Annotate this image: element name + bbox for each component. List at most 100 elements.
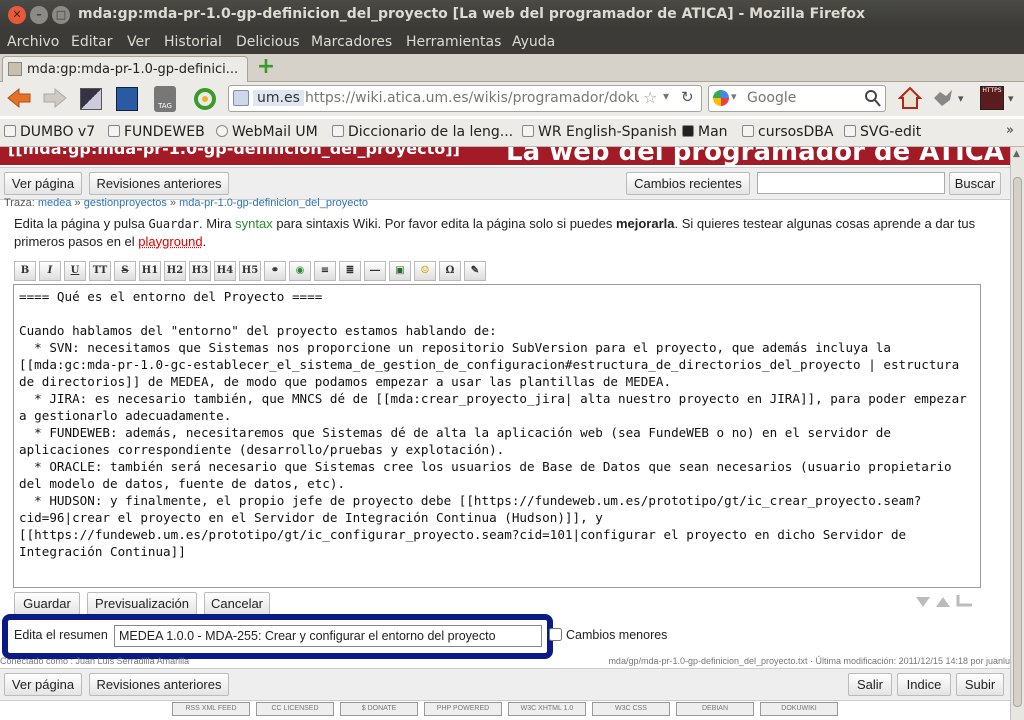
screenshot-tool-icon[interactable] (80, 88, 102, 110)
view-page-button[interactable]: Ver página (4, 172, 82, 195)
old-revisions-button[interactable]: Revisiones anteriores (89, 172, 229, 195)
scroll-up-icon[interactable]: ▲ (1013, 149, 1020, 159)
scrollbar-thumb[interactable] (1013, 177, 1022, 707)
bookmark-webmail[interactable]: WebMail UM (216, 124, 318, 140)
minor-changes-checkbox[interactable] (549, 628, 562, 641)
intro-text: . Mira (199, 216, 236, 231)
strikethrough-button[interactable]: S (114, 261, 136, 281)
page-scrollbar[interactable]: ▲ (1010, 147, 1024, 720)
external-link-icon[interactable]: ◉ (289, 261, 311, 281)
intro-text: Edita la página y pulsa (14, 216, 149, 231)
playground-link[interactable]: playground (138, 234, 202, 249)
old-revisions-bottom-button[interactable]: Revisiones anteriores (89, 673, 229, 696)
google-icon[interactable] (713, 90, 729, 106)
donate-badge[interactable]: $ DONATE (340, 702, 418, 716)
url-text[interactable]: https://wiki.atica.um.es/wikis/programad… (305, 90, 639, 106)
sync-icon[interactable] (192, 86, 218, 112)
bold-button[interactable]: B (14, 261, 36, 281)
rss-badge[interactable]: RSS XML FEED (172, 702, 250, 716)
bookmark-sidebar-icon[interactable] (116, 87, 138, 111)
back-arrow-icon[interactable] (6, 86, 32, 110)
bookmark-dumbo[interactable]: DUMBO v7 (4, 124, 95, 140)
search-icon[interactable] (865, 90, 881, 108)
site-identity-icon[interactable] (233, 90, 249, 106)
php-badge[interactable]: PHP POWERED (424, 702, 502, 716)
bookmarks-overflow-icon[interactable]: » (1006, 123, 1014, 138)
page-favicon-icon (8, 62, 22, 76)
delicious-tag-icon[interactable]: TAG (154, 86, 176, 112)
monospace-button[interactable]: TT (89, 261, 111, 281)
css-badge[interactable]: W3C CSS (592, 702, 670, 716)
heading1-button[interactable]: H1 (139, 261, 161, 281)
menu-herramientas[interactable]: Herramientas (406, 34, 501, 50)
breadcrumb-current-page[interactable]: mda-pr-1.0-gp-definicion_del_proyecto (179, 197, 368, 209)
extension-icon[interactable] (932, 88, 954, 108)
bookmark-star-icon[interactable]: ☆ (643, 88, 657, 107)
menu-archivo[interactable]: Archivo (7, 34, 59, 50)
recent-changes-button[interactable]: Cambios recientes (626, 172, 750, 195)
bookmark-wordreference[interactable]: WR English-Spanish (522, 124, 677, 140)
extension-dropdown-icon[interactable]: ▾ (958, 92, 964, 105)
close-window-button[interactable]: ✕ (8, 6, 26, 24)
breadcrumb-medea[interactable]: medea (38, 197, 72, 209)
menu-marcadores[interactable]: Marcadores (311, 34, 392, 50)
underline-button[interactable]: U (64, 261, 86, 281)
https-everywhere-icon[interactable]: HTTPS (980, 86, 1004, 110)
special-chars-icon[interactable]: Ω (439, 261, 461, 281)
debian-badge[interactable]: DEBIAN (676, 702, 754, 716)
logout-button[interactable]: Salir (848, 673, 892, 696)
syntax-link[interactable]: syntax (235, 216, 273, 231)
bookmark-fundeweb[interactable]: FUNDEWEB (108, 124, 205, 140)
home-icon[interactable] (898, 86, 922, 110)
unordered-list-icon[interactable]: ≣ (339, 261, 361, 281)
url-bar[interactable]: um.es https://wiki.atica.um.es/wikis/pro… (228, 85, 702, 112)
ordered-list-icon[interactable]: ≡ (314, 261, 336, 281)
wiki-search-input[interactable] (757, 172, 945, 194)
dropdown-arrow-icon[interactable]: ▾ (663, 89, 669, 103)
bookmark-man[interactable]: Man (682, 124, 728, 140)
overflow-menu-icon[interactable]: ▾ (1008, 92, 1014, 105)
image-icon[interactable]: ▣ (389, 261, 411, 281)
search-input[interactable] (745, 88, 861, 108)
link-icon[interactable]: ⚭ (264, 261, 286, 281)
heading2-button[interactable]: H2 (164, 261, 186, 281)
wiki-search-button[interactable]: Buscar (949, 172, 1001, 195)
save-button[interactable]: Guardar (14, 592, 80, 615)
reload-icon[interactable]: ↻ (681, 88, 694, 106)
tab-active[interactable]: mda:gp:mda-pr-1.0-gp-definici... (2, 56, 248, 82)
wiki-text-editor[interactable]: ==== Qué es el entorno del Proyecto ====… (13, 284, 981, 588)
breadcrumb-gestionproyectos[interactable]: gestionproyectos (84, 197, 167, 209)
summary-input[interactable]: MEDEA 1.0.0 - MDA-255: Crear y configura… (114, 625, 542, 647)
search-bar[interactable]: ▾ (708, 85, 886, 112)
menu-ayuda[interactable]: Ayuda (512, 34, 555, 50)
minimize-window-button[interactable]: – (30, 6, 48, 24)
editor-resize-arrows-icon[interactable] (914, 593, 976, 609)
heading5-button[interactable]: H5 (239, 261, 261, 281)
heading3-button[interactable]: H3 (189, 261, 211, 281)
preview-button[interactable]: Previsualización (87, 592, 197, 615)
dokuwiki-badge[interactable]: DOKUWIKI (760, 702, 838, 716)
url-domain-label: um.es (253, 90, 304, 106)
new-tab-button[interactable]: + (254, 56, 278, 79)
cancel-button[interactable]: Cancelar (204, 592, 270, 615)
search-engine-dropdown-icon[interactable]: ▾ (731, 90, 737, 103)
menu-ver[interactable]: Ver (127, 34, 150, 50)
up-button[interactable]: Subir (956, 673, 1004, 696)
signature-icon[interactable]: ✎ (464, 261, 486, 281)
bookmark-diccionario[interactable]: Diccionario de la leng... (332, 124, 513, 140)
cc-badge[interactable]: CC LICENSED (256, 702, 334, 716)
horizontal-rule-icon[interactable]: ― (364, 261, 386, 281)
forward-arrow-icon[interactable] (42, 86, 68, 110)
menu-delicious[interactable]: Delicious (236, 34, 300, 50)
bookmark-cursosdba[interactable]: cursosDBA (742, 124, 833, 140)
xhtml-badge[interactable]: W3C XHTML 1.0 (508, 702, 586, 716)
bookmark-svg-edit[interactable]: SVG-edit (844, 124, 921, 140)
smiley-icon[interactable]: ☺ (414, 261, 436, 281)
view-page-bottom-button[interactable]: Ver página (4, 673, 82, 696)
heading4-button[interactable]: H4 (214, 261, 236, 281)
menu-editar[interactable]: Editar (71, 34, 112, 50)
maximize-window-button[interactable]: □ (52, 6, 70, 24)
index-button[interactable]: Indice (897, 673, 951, 696)
menu-historial[interactable]: Historial (164, 34, 222, 50)
italic-button[interactable]: I (39, 261, 61, 281)
